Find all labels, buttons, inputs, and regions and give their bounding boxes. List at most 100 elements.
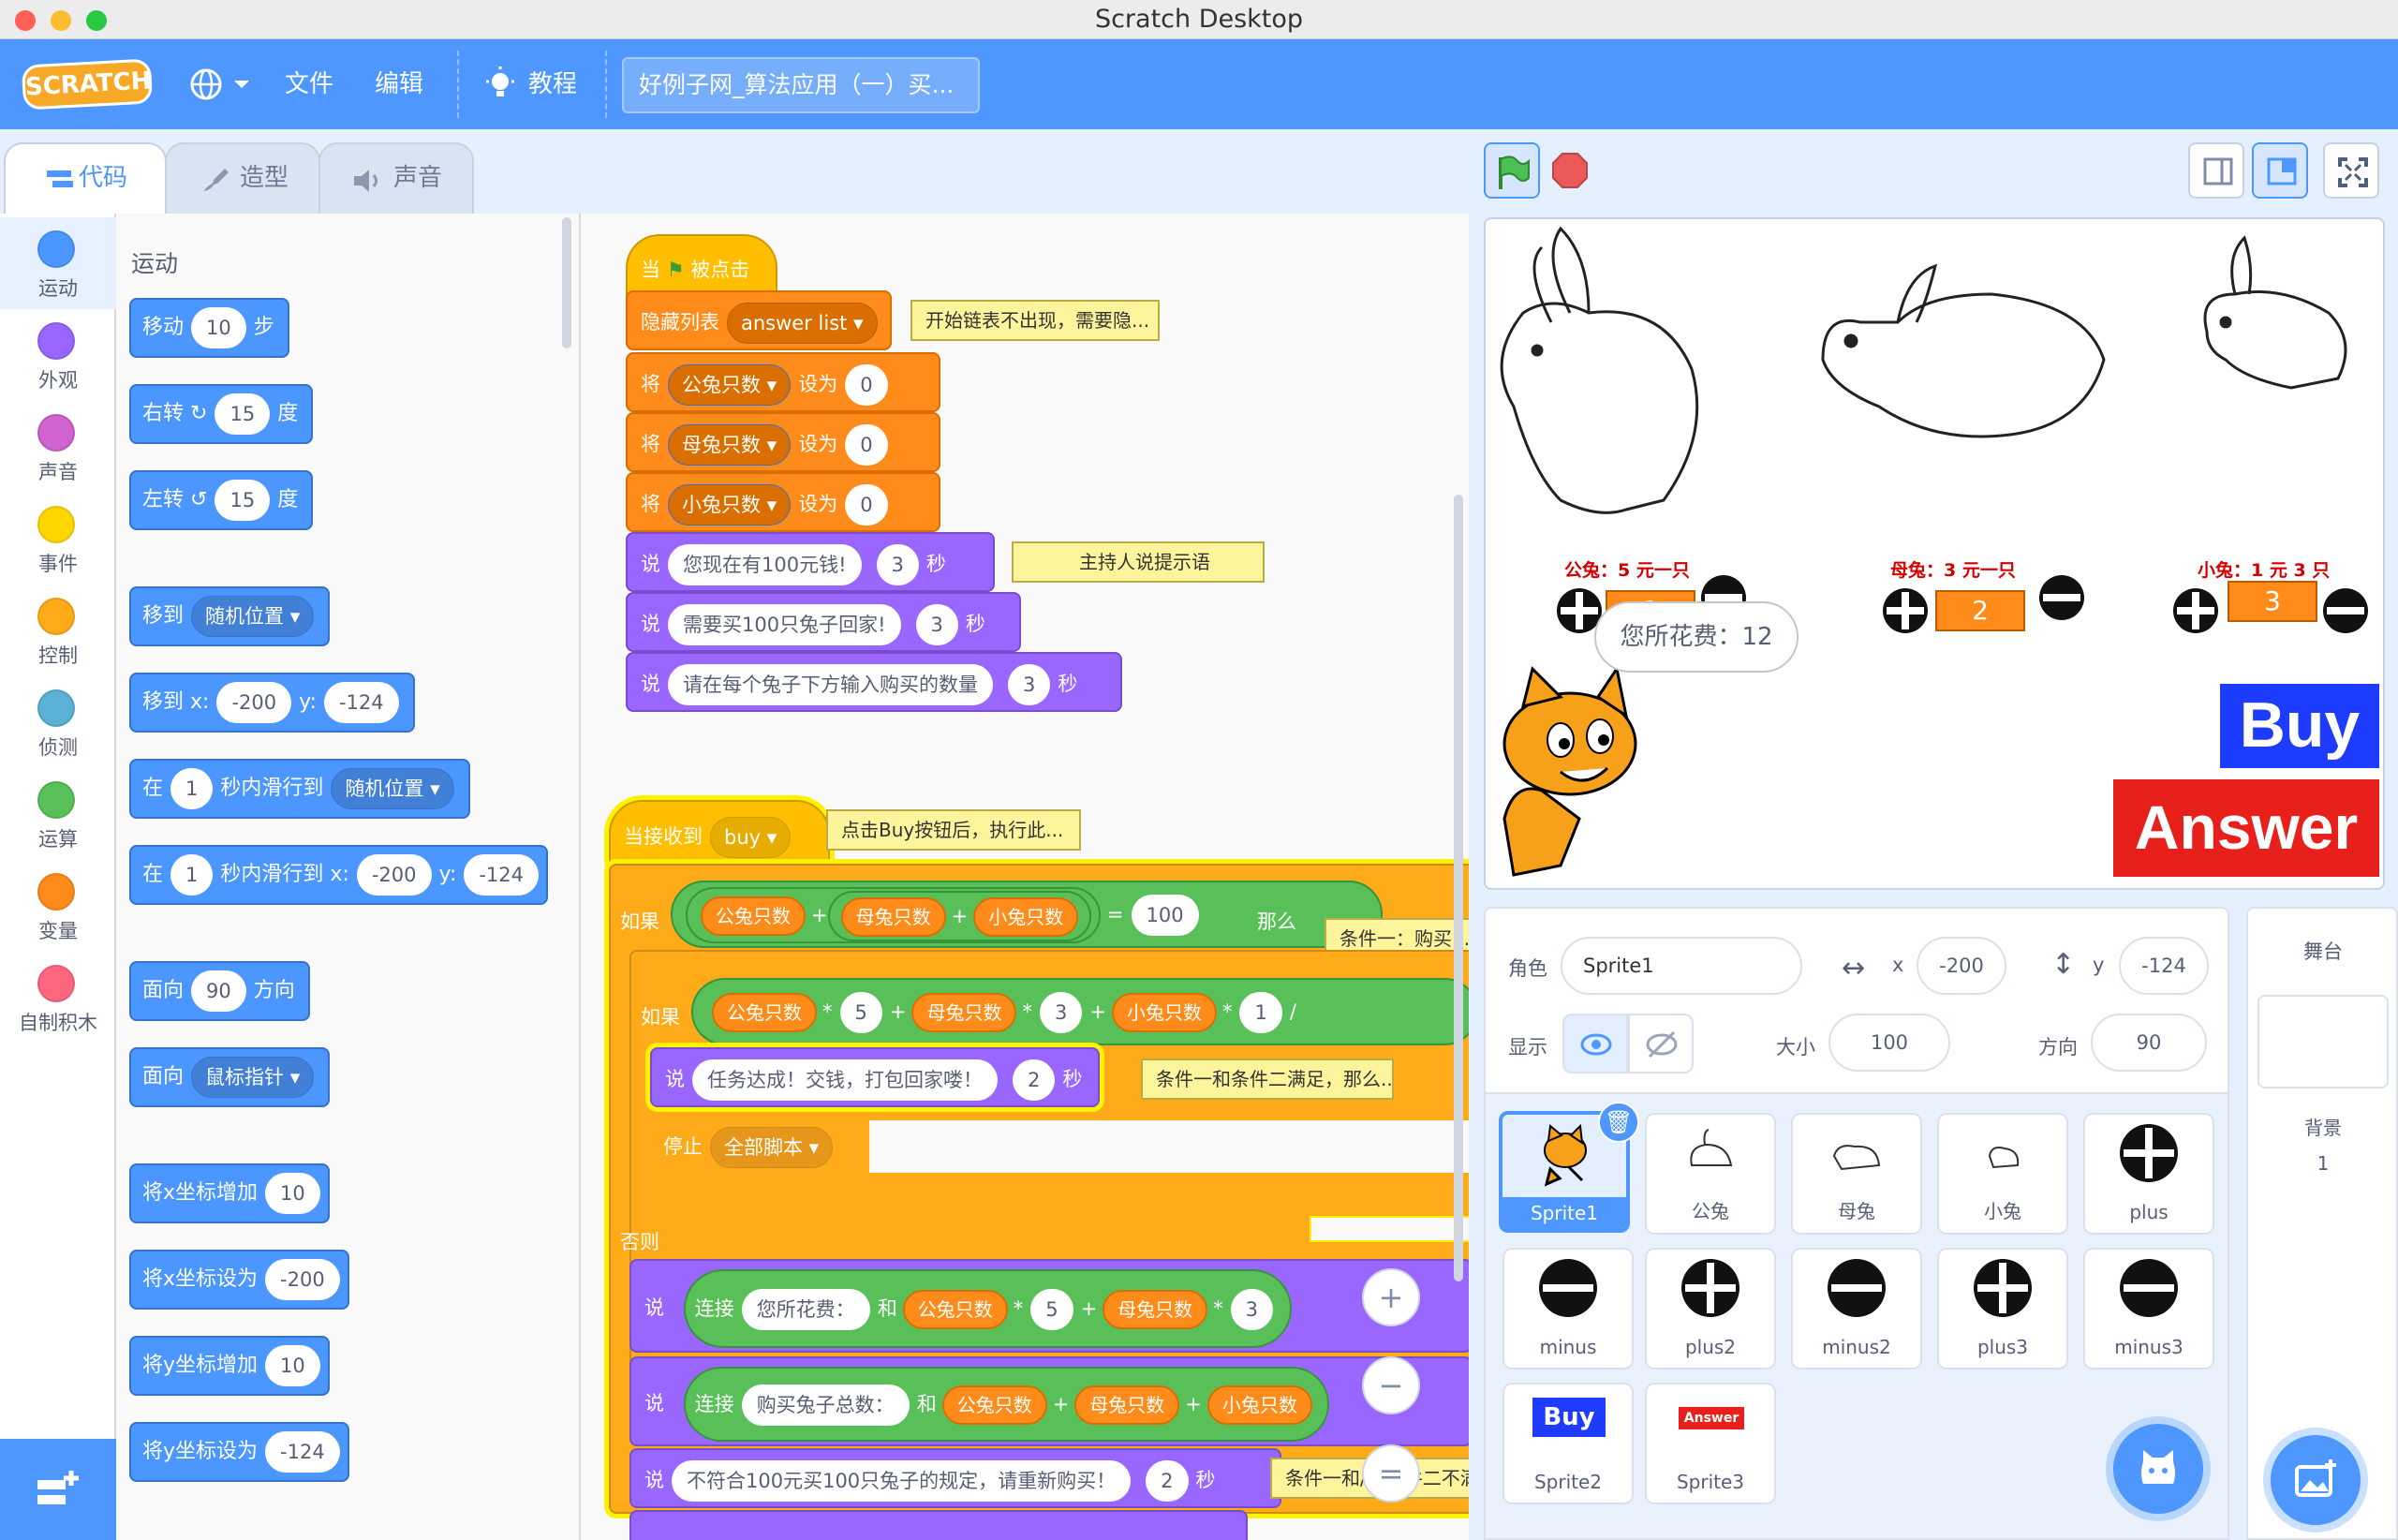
block-input[interactable]: 10 — [191, 307, 246, 348]
say-partial-block[interactable] — [629, 1510, 1248, 1540]
script-workspace[interactable]: 当 ⚑ 被点击 隐藏列表 answer list ▾ 开始链表不出现，需要隐...… — [581, 214, 1469, 1540]
block-input[interactable]: 90 — [191, 970, 246, 1012]
set-var3-block[interactable]: 将小兔只数 ▾ 设为 0 — [626, 472, 940, 532]
buy-button-sprite[interactable]: Buy — [2220, 684, 2379, 768]
goto-dropdown[interactable]: 随机位置 ▾ — [191, 596, 315, 637]
comment-1[interactable]: 开始链表不出现，需要隐... — [910, 300, 1160, 341]
category-sensing[interactable]: 侦测 — [0, 676, 116, 768]
sprite-tile[interactable]: plus — [2083, 1113, 2214, 1235]
glide-dropdown[interactable]: 随机位置 ▾ — [331, 768, 454, 809]
var-dropdown[interactable]: 母兔只数 ▾ — [668, 424, 792, 466]
price-operator[interactable]: 公兔只数 * 5 + 母兔只数 * 3 + 小兔只数 * 1/ — [691, 978, 1469, 1045]
small-stage-button[interactable] — [2188, 142, 2244, 199]
join-operator[interactable]: 连接 购买兔子总数：和公兔只数 + 母兔只数 + 小兔只数 — [683, 1367, 1329, 1442]
block-input[interactable]: -124 — [265, 1431, 340, 1473]
answer-button-sprite[interactable]: Answer — [2113, 779, 2379, 877]
show-sprite-button[interactable] — [1562, 1014, 1628, 1074]
category-sound[interactable]: 声音 — [0, 401, 116, 493]
zoom-reset-button[interactable]: = — [1362, 1444, 1420, 1503]
add-operator[interactable]: 公兔只数 + 母兔只数 + 小兔只数 — [686, 887, 1102, 943]
variable-reporter[interactable]: 母兔只数 — [1103, 1290, 1208, 1329]
comment-3[interactable]: 点击Buy按钮后，执行此... — [826, 809, 1081, 851]
variable-reporter[interactable]: 母兔只数 — [911, 993, 1017, 1032]
comment-5[interactable]: 条件一和条件二满足，那么... — [1141, 1059, 1394, 1100]
set-var2-block[interactable]: 将母兔只数 ▾ 设为 0 — [626, 412, 940, 472]
zoom-out-button[interactable]: − — [1362, 1356, 1420, 1414]
block-input[interactable]: 0 — [845, 364, 888, 406]
sprite-tile[interactable]: plus2 — [1645, 1248, 1776, 1370]
stage-selector[interactable]: 舞台 背景 1 — [2246, 907, 2398, 1540]
y-input[interactable]: -124 — [2119, 937, 2209, 995]
glide-xy-block[interactable]: 在 1 秒内滑行到 x: -200 y: -124 — [129, 845, 549, 905]
add-operator[interactable]: 母兔只数 + 小兔只数 — [827, 891, 1092, 941]
category-my-blocks[interactable]: 自制积木 — [0, 952, 116, 1044]
when-i-receive-block[interactable]: 当接收到 buy ▾ — [609, 800, 830, 869]
block-input[interactable]: -200 — [216, 682, 292, 723]
say-for-secs-block[interactable]: 说您现在有100元钱! 3 秒 — [626, 532, 995, 592]
variable-reporter[interactable]: 公兔只数 — [712, 993, 817, 1032]
block-input[interactable]: 10 — [265, 1345, 320, 1386]
say-success-block[interactable]: 说任务达成！交钱，打包回家喽！ 2 秒 — [650, 1047, 1100, 1107]
sprite-tile[interactable]: 母兔 — [1791, 1113, 1922, 1235]
say-total-block[interactable]: 说 连接 购买兔子总数：和公兔只数 + 母兔只数 + 小兔只数 — [629, 1356, 1469, 1446]
move-steps-block[interactable]: 移动 10 步 — [129, 298, 289, 358]
message-dropdown[interactable]: buy ▾ — [710, 817, 792, 858]
size-input[interactable]: 100 — [1828, 1014, 1950, 1072]
var-dropdown[interactable]: 小兔只数 ▾ — [668, 484, 792, 526]
change-y-block[interactable]: 将y坐标增加 10 — [129, 1336, 330, 1396]
sprite-tile[interactable]: minus3 — [2083, 1248, 2214, 1370]
language-menu[interactable] — [189, 67, 255, 105]
category-control[interactable]: 控制 — [0, 585, 116, 676]
comment-2[interactable]: 主持人说提示语 — [1012, 541, 1265, 583]
tab-costumes[interactable]: 造型 — [165, 142, 320, 215]
variable-reporter[interactable]: 母兔只数 — [840, 897, 946, 937]
block-input[interactable]: 1 — [1239, 992, 1282, 1033]
sprite-tile[interactable]: minus — [1502, 1248, 1634, 1370]
block-input[interactable]: 3 — [876, 544, 919, 585]
var-dropdown[interactable]: 公兔只数 ▾ — [668, 364, 792, 406]
list-dropdown[interactable]: answer list ▾ — [727, 303, 878, 344]
block-input[interactable]: -124 — [464, 854, 540, 896]
block-input[interactable]: 3 — [1230, 1289, 1274, 1330]
block-input[interactable]: 任务达成！交钱，打包回家喽！ — [692, 1059, 998, 1101]
block-input[interactable]: -200 — [356, 854, 432, 896]
variable-reporter[interactable]: 公兔只数 — [941, 1385, 1047, 1425]
category-events[interactable]: 事件 — [0, 493, 116, 585]
tab-sounds[interactable]: 声音 — [318, 142, 474, 215]
edit-menu[interactable]: 编辑 — [375, 39, 423, 129]
variable-reporter[interactable]: 小兔只数 — [1206, 1385, 1312, 1425]
category-operators[interactable]: 运算 — [0, 768, 116, 860]
block-input[interactable]: 1 — [170, 768, 214, 809]
variable-reporter[interactable]: 公兔只数 — [902, 1290, 1008, 1329]
category-looks[interactable]: 外观 — [0, 309, 116, 401]
block-input[interactable]: 请在每个兔子下方输入购买的数量 — [668, 664, 993, 705]
variable-reporter[interactable]: 公兔只数 — [701, 896, 806, 936]
block-input[interactable]: 0 — [845, 484, 888, 526]
goto-xy-block[interactable]: 移到 x: -200 y: -124 — [129, 673, 415, 733]
block-input[interactable]: 2 — [1013, 1059, 1056, 1101]
large-stage-button[interactable] — [2252, 142, 2308, 199]
block-input[interactable]: -124 — [323, 682, 399, 723]
block-input[interactable]: 3 — [1008, 664, 1051, 705]
stop-block[interactable]: 停止 全部脚本 ▾ — [650, 1117, 854, 1177]
block-input[interactable]: 需要买100只兔子回家! — [668, 604, 901, 645]
change-x-block[interactable]: 将x坐标增加 10 — [129, 1163, 330, 1223]
stop-button[interactable] — [1551, 152, 1589, 189]
category-motion[interactable]: 运动 — [0, 217, 116, 309]
add-sprite-button[interactable] — [2113, 1424, 2203, 1514]
block-input[interactable]: 您所花费： — [741, 1289, 870, 1330]
sprite-tile[interactable]: 小兔 — [1937, 1113, 2068, 1235]
direction-input[interactable]: 90 — [2091, 1014, 2207, 1072]
hide-list-block[interactable]: 隐藏列表 answer list ▾ — [626, 290, 892, 350]
block-input[interactable]: 3 — [915, 604, 958, 645]
say-for-secs-block[interactable]: 说请在每个兔子下方输入购买的数量 3 秒 — [626, 652, 1122, 712]
block-input[interactable]: 3 — [1039, 992, 1083, 1033]
block-input[interactable]: 您现在有100元钱! — [668, 544, 862, 585]
block-input[interactable]: 1 — [170, 854, 214, 896]
turn-right-block[interactable]: 右转 ↻ 15 度 — [129, 384, 314, 444]
palette-scrollbar[interactable] — [562, 217, 571, 348]
sprite-tile[interactable]: minus2 — [1791, 1248, 1922, 1370]
green-flag-button[interactable] — [1484, 142, 1540, 199]
block-input[interactable]: 5 — [839, 992, 882, 1033]
glide-block[interactable]: 在 1 秒内滑行到 随机位置 ▾ — [129, 759, 470, 819]
